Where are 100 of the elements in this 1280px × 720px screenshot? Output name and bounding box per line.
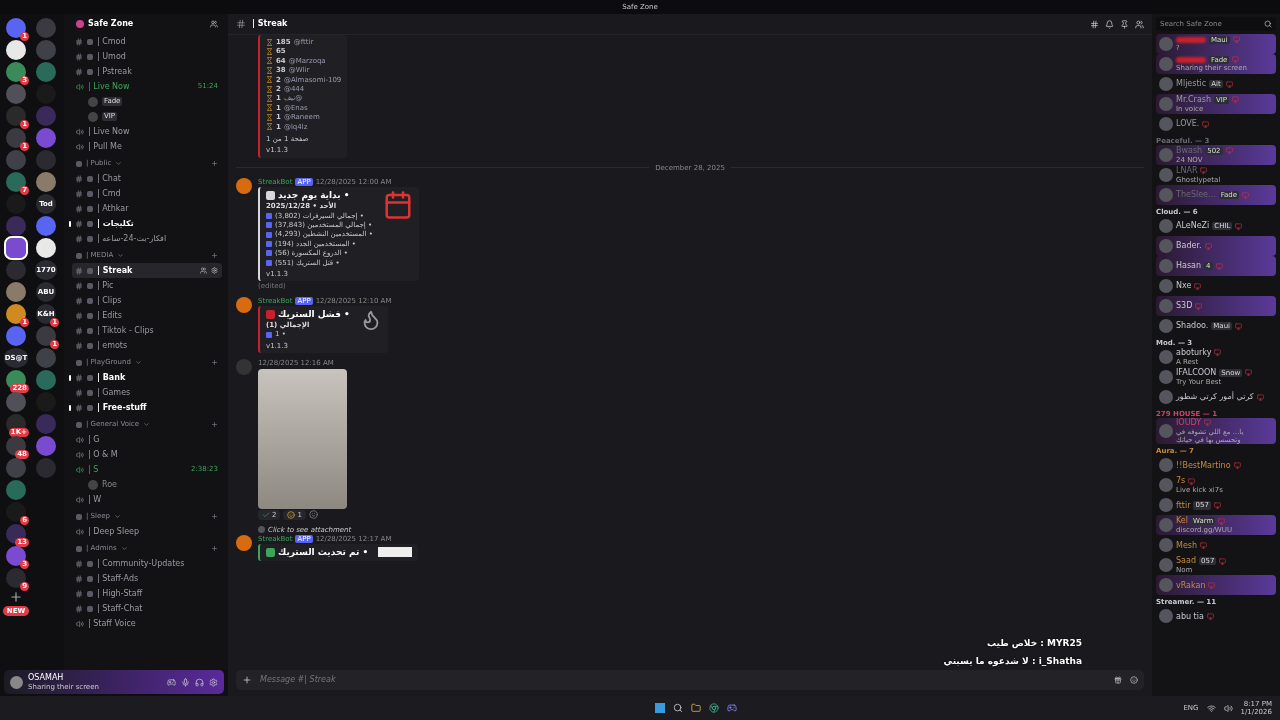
channel-item[interactable]: | Streak (72, 263, 222, 278)
plus-icon[interactable] (242, 675, 252, 685)
channel-item[interactable]: | High-Staff (72, 586, 222, 601)
voice-channel[interactable]: | Deep Sleep (72, 524, 222, 539)
monitor-icon (1225, 80, 1233, 88)
server-name[interactable]: Safe Zone (88, 19, 134, 29)
channel-item[interactable]: | Athkar (72, 201, 222, 216)
member-row[interactable]: Bader. (1156, 236, 1276, 256)
emoji-icon (87, 235, 93, 242)
member-name[interactable]: Roe (102, 479, 117, 490)
channel-item[interactable]: | Bank (72, 370, 222, 385)
windows-icon[interactable] (654, 703, 665, 713)
member-row[interactable]: كرتي أمور كرتي شطور (1156, 387, 1276, 407)
volume-icon[interactable] (1223, 703, 1233, 713)
add-server-icon[interactable] (9, 590, 23, 604)
pin-icon[interactable] (1120, 19, 1129, 29)
channel-item[interactable]: | Free-stuff (72, 400, 222, 415)
settings-icon[interactable] (209, 677, 218, 687)
gamepad-icon[interactable] (167, 677, 176, 687)
threads-icon[interactable] (1090, 19, 1099, 29)
member-row[interactable]: !!BestMartino (1156, 455, 1276, 476)
channel-item[interactable]: | Staff-Chat (72, 601, 222, 616)
channel-item[interactable]: | افكار-بث-24-ساعه (72, 231, 222, 246)
monitor-icon (1200, 167, 1208, 175)
channel-item[interactable]: | Umod (72, 49, 222, 64)
search-icon[interactable] (672, 703, 683, 713)
member-name: !!BestMartino (1176, 460, 1231, 471)
channel-item[interactable]: | Edits (72, 308, 222, 323)
channel-item[interactable]: | Staff-Ads (72, 571, 222, 586)
member-name: LNAR (1176, 166, 1198, 176)
members-icon[interactable] (200, 267, 207, 274)
channel-item[interactable]: | Community-Updates (72, 556, 222, 571)
gamepad-icon[interactable] (726, 703, 737, 713)
member-avatar (1159, 578, 1173, 593)
channel-item[interactable]: | emots (72, 338, 222, 353)
member-row[interactable]: vRakan (1156, 575, 1276, 596)
channel-item[interactable]: | Cmod (72, 34, 222, 49)
folder-icon[interactable] (690, 703, 701, 713)
channel-item[interactable]: | Clips (72, 293, 222, 308)
server-icon[interactable] (36, 238, 56, 258)
voice-channel[interactable]: | O & M (72, 447, 222, 462)
member-name: Mljestic (1176, 79, 1207, 89)
hourglass-icon (266, 38, 273, 46)
emoji-icon[interactable] (1130, 676, 1138, 684)
hash-icon (75, 559, 83, 568)
channel-item[interactable]: | Chat (72, 171, 222, 186)
channel-name: | افكار-بث-24-ساعه (97, 233, 167, 244)
channel-item[interactable]: | Pic (72, 278, 222, 293)
channel-item[interactable]: | Tiktok - Clips (72, 323, 222, 338)
add-reaction-icon[interactable] (308, 510, 318, 520)
monitor-icon (1206, 612, 1214, 620)
channel-item[interactable]: | Pstreak (72, 64, 222, 79)
message-input[interactable]: Message #| Streak (236, 670, 1144, 690)
voice-channel[interactable]: | W (72, 492, 222, 507)
emoji-icon (87, 575, 93, 582)
channel-name: | Clips (97, 295, 122, 306)
channel-item[interactable]: | Games (72, 385, 222, 400)
members-icon[interactable] (1135, 19, 1144, 29)
settings-icon[interactable] (211, 267, 218, 274)
add-icon[interactable] (211, 359, 218, 366)
channel-name: | Athkar (97, 203, 129, 214)
hash-icon (75, 373, 83, 382)
emoji-icon (87, 38, 93, 45)
wifi-icon[interactable] (1206, 703, 1216, 713)
channel-item[interactable]: | Cmd (72, 186, 222, 201)
member-row[interactable]: S3D (1156, 296, 1276, 316)
server-icon[interactable] (6, 40, 26, 60)
bell-icon[interactable] (1105, 19, 1114, 29)
mic-icon[interactable] (181, 677, 190, 687)
emoji-icon (87, 590, 93, 597)
emoji-icon (87, 282, 93, 289)
voice-channel[interactable]: | Live Now (72, 124, 222, 139)
member-row[interactable]: Mesh (1156, 535, 1276, 556)
voice-channel[interactable]: | Staff Voice (72, 616, 222, 631)
channel-name: | Cmod (97, 36, 126, 47)
chevron-icon (120, 545, 128, 552)
gift-icon[interactable] (1114, 676, 1122, 684)
add-icon[interactable] (211, 252, 218, 259)
member-row[interactable]: abu tia (1156, 606, 1276, 627)
headphones-icon[interactable] (195, 677, 204, 687)
member-avatar (1159, 518, 1173, 533)
avatar (88, 96, 98, 107)
channel-name: | G (88, 434, 100, 445)
member-name: كرتي أمور كرتي شطور (1176, 392, 1254, 402)
user-name: OSAMAH (28, 673, 65, 683)
member-row[interactable]: LOVE. (1156, 114, 1276, 134)
embed-title: تم تحديث الستريك • (278, 547, 369, 559)
add-icon[interactable] (211, 545, 218, 552)
voice-channel[interactable]: | Pull Me (72, 139, 222, 154)
channel-item[interactable]: | تكليجات (72, 216, 222, 231)
invite-icon[interactable] (210, 20, 218, 28)
avatar (88, 479, 98, 490)
add-icon[interactable] (211, 160, 218, 167)
add-icon[interactable] (211, 421, 218, 428)
member-row[interactable]: Nxe (1156, 276, 1276, 296)
unread-indicator (69, 404, 71, 411)
browser-icon[interactable] (708, 703, 719, 713)
add-icon[interactable] (211, 513, 218, 520)
voice-channel[interactable]: | G (72, 432, 222, 447)
channel-name: | Free-stuff (97, 402, 147, 413)
